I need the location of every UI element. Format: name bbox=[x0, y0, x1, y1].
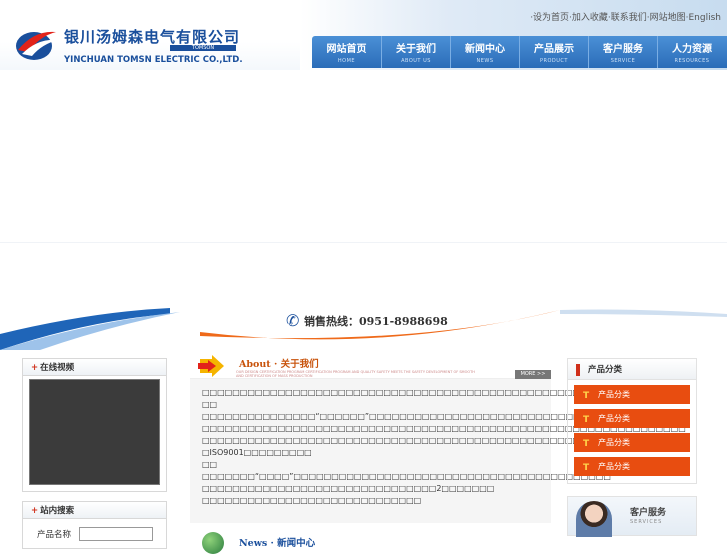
about-line: □□□□□□□□□□□□□□□□□□□□□□□□□□□□□□□□□□□□□□□□… bbox=[202, 388, 671, 397]
nav-sublabel: SERVICE bbox=[610, 58, 636, 64]
search-title: 站内搜索 bbox=[40, 506, 75, 516]
header: ·设为首页·加入收藏·联系我们·网站地图·English 银川汤姆森电气有限公司… bbox=[0, 0, 727, 70]
nav-label: 产品展示 bbox=[534, 44, 574, 55]
plus-icon: + bbox=[31, 506, 39, 516]
left-sidebar: + 在线视频 + 站内搜索 产品名称 bbox=[22, 358, 167, 549]
customer-service-banner[interactable]: 客户服务 SERVICES bbox=[567, 496, 697, 537]
hotline-text: 销售热线：0951-8988698 bbox=[304, 315, 448, 328]
service-agent-avatar bbox=[576, 501, 612, 537]
nav-label: 人力资源 bbox=[672, 44, 712, 55]
nav-news[interactable]: 新闻中心 NEWS bbox=[450, 36, 519, 68]
about-line: □□□□□□□□□□□□□□□□□□□□□□□□□□□□□□□□□□□□□□□□… bbox=[202, 424, 686, 433]
company-brand: TOMSON bbox=[170, 45, 236, 51]
title-marker bbox=[576, 364, 580, 376]
search-box-title: + 站内搜索 bbox=[22, 501, 167, 519]
about-title: About · 关于我们 bbox=[239, 359, 319, 370]
nav-home[interactable]: 网站首页 HOME bbox=[312, 36, 381, 68]
main-content: About · 关于我们 OUR DESIGN CERTIFICATION PR… bbox=[190, 353, 686, 554]
category-item[interactable]: T 产品分类 bbox=[574, 457, 690, 476]
about-line: □□□□□□□□□□□□□□□□□□□□□□□□□□□□□ bbox=[202, 496, 422, 505]
search-label: 产品名称 bbox=[36, 529, 71, 540]
arrow-icon bbox=[198, 355, 224, 377]
t-icon: T bbox=[583, 391, 590, 401]
category-label: 产品分类 bbox=[598, 438, 630, 447]
plus-icon: + bbox=[31, 363, 39, 373]
video-player[interactable] bbox=[29, 379, 160, 485]
nav-service[interactable]: 客户服务 SERVICE bbox=[588, 36, 657, 68]
category-title-text: 产品分类 bbox=[588, 365, 623, 375]
news-header: News · 新闻中心 bbox=[190, 528, 551, 554]
more-button[interactable]: MORE >> bbox=[515, 370, 551, 379]
t-icon: T bbox=[583, 415, 590, 425]
globe-icon bbox=[202, 532, 224, 554]
nav-label: 新闻中心 bbox=[465, 44, 505, 55]
t-icon: T bbox=[583, 439, 590, 449]
nav-label: 网站首页 bbox=[326, 44, 367, 55]
banner-divider bbox=[0, 242, 727, 243]
nav-label: 关于我们 bbox=[396, 44, 436, 55]
nav-sublabel: NEWS bbox=[476, 58, 494, 64]
category-label: 产品分类 bbox=[598, 390, 630, 399]
about-line: □□□□□□□□□□□□□□□□□□□□□□□□□□□□□□□2□□□□□□□ bbox=[202, 484, 495, 493]
hero-banner bbox=[0, 70, 727, 310]
service-title: 客户服务 bbox=[630, 508, 667, 518]
about-line: □ISO9001□□□□□□□□□ bbox=[202, 448, 312, 457]
about-header: About · 关于我们 OUR DESIGN CERTIFICATION PR… bbox=[190, 353, 551, 379]
video-title: 在线视频 bbox=[40, 363, 75, 373]
category-title: 产品分类 bbox=[567, 358, 697, 380]
video-box-title: + 在线视频 bbox=[22, 358, 167, 376]
category-label: 产品分类 bbox=[598, 462, 630, 471]
top-links[interactable]: ·设为首页·加入收藏·联系我们·网站地图·English bbox=[530, 10, 721, 23]
main-nav: 网站首页 HOME 关于我们 ABOUT US 新闻中心 NEWS 产品展示 PRODU… bbox=[312, 36, 727, 68]
category-item[interactable]: T 产品分类 bbox=[574, 385, 690, 404]
video-box bbox=[22, 376, 167, 492]
nav-about[interactable]: 关于我们 ABOUT US bbox=[381, 36, 450, 68]
about-subtitle: OUR DESIGN CERTIFICATION PROGRAM CERTIFI… bbox=[236, 370, 475, 378]
nav-sublabel: RESOURCES bbox=[674, 58, 710, 64]
about-line: □□ □□□□□□□“□□□□”□□□□□□□□□□□□□□□□□□□□□□□□… bbox=[202, 460, 611, 481]
sales-hotline: ✆ 销售热线：0951-8988698 bbox=[286, 312, 448, 330]
nav-label: 客户服务 bbox=[603, 44, 643, 55]
nav-resources[interactable]: 人力资源 RESOURCES bbox=[657, 36, 726, 68]
nav-sublabel: PRODUCT bbox=[540, 58, 568, 64]
category-label: 产品分类 bbox=[598, 414, 630, 423]
nav-sublabel: HOME bbox=[337, 58, 356, 64]
search-box: + 站内搜索 产品名称 bbox=[22, 501, 167, 549]
news-title[interactable]: News · 新闻中心 bbox=[239, 535, 315, 549]
about-line: □□ □□□□□□□□□□□□□□□“□□□□□□”□□□□□□□□□□□□□□… bbox=[202, 400, 657, 421]
right-sidebar: 产品分类 T 产品分类 T 产品分类 T 产品分类 T 产品分类 客户服务 SERVIC… bbox=[567, 358, 697, 537]
category-item[interactable]: T 产品分类 bbox=[574, 409, 690, 428]
category-list: T 产品分类 T 产品分类 T 产品分类 T 产品分类 bbox=[567, 380, 697, 484]
company-logo-icon[interactable] bbox=[14, 24, 58, 64]
about-line: □□□□□□□□□□□□□□□□□□□□□□□□□□□□□□□□□□□□□□□□… bbox=[202, 436, 627, 445]
about-body: □□□□□□□□□□□□□□□□□□□□□□□□□□□□□ □□□□□□□□□□□… bbox=[190, 379, 686, 523]
t-icon: T bbox=[583, 463, 590, 473]
company-name-en: YINCHUAN TOMSN ELECTRIC CO.,LTD. bbox=[64, 55, 243, 65]
category-item[interactable]: T 产品分类 bbox=[574, 433, 690, 452]
nav-sublabel: ABOUT US bbox=[401, 58, 431, 64]
phone-icon: ✆ bbox=[286, 311, 300, 330]
company-name-cn: 银川汤姆森电气有限公司 bbox=[64, 28, 241, 46]
nav-product[interactable]: 产品展示 PRODUCT bbox=[519, 36, 588, 68]
search-input[interactable] bbox=[79, 526, 153, 541]
service-subtitle: SERVICES bbox=[630, 519, 663, 525]
